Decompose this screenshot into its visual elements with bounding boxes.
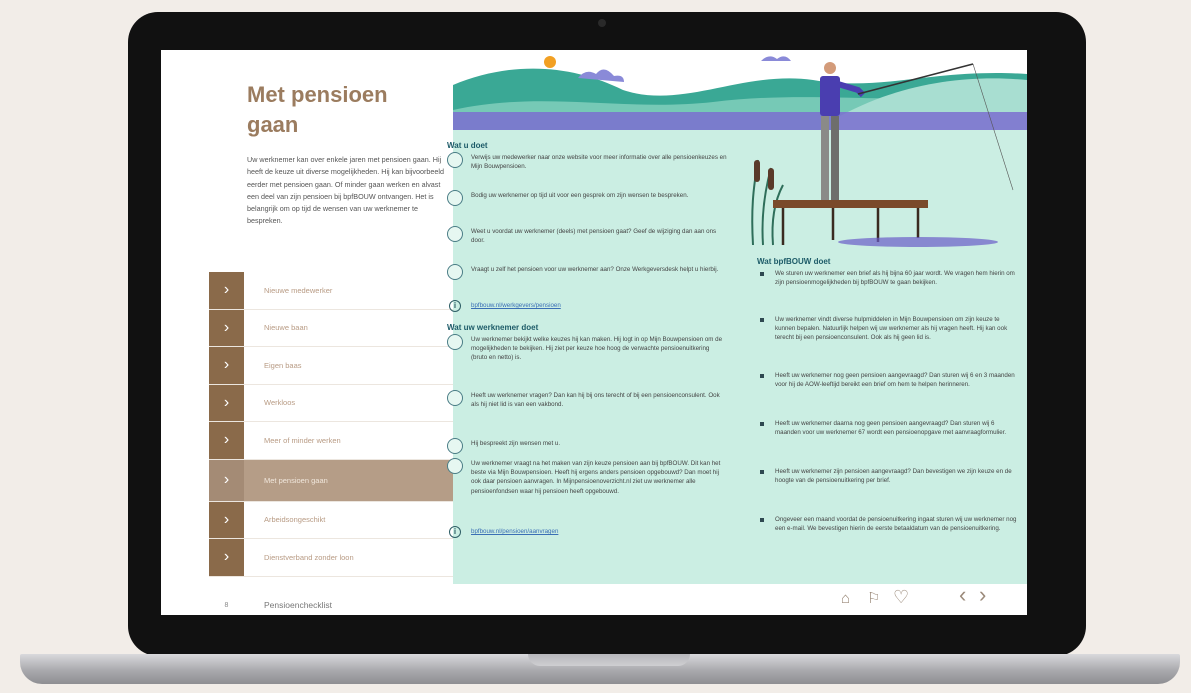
bullet-text: We sturen uw werknemer een brief als hij… — [775, 270, 1015, 287]
nav-item-label: Met pensioen gaan — [264, 475, 328, 485]
nav-item-label: Meer of minder werken — [264, 435, 341, 445]
bullet-item: We sturen uw werknemer een brief als hij… — [757, 269, 1017, 315]
content-panel: Wat u doet Verwijs uw medewerker naar on… — [447, 50, 1027, 584]
chevron-right-icon: › — [209, 272, 244, 309]
bullet-text: Heeft uw werknemer nog geen pensioen aan… — [775, 372, 1015, 389]
checkbox-circle-icon[interactable] — [447, 334, 463, 350]
checklist-item[interactable]: Heeft uw werknemer vragen? Dan kan hij b… — [447, 390, 727, 439]
checklist-item[interactable]: Uw werknemer vraagt na het maken van zij… — [447, 458, 727, 525]
nav-item-nieuwe-medewerker[interactable]: › Nieuwe medewerker — [209, 272, 453, 310]
checklist-item-text: Bodig uw werknemer op tijd uit voor een … — [471, 192, 689, 199]
cattail-shape — [754, 160, 760, 182]
page-title: Met pensioen gaan — [247, 82, 388, 137]
nav-item-meer-minder-werken[interactable]: › Meer of minder werken — [209, 422, 453, 460]
bullet-item: Heeft uw werknemer daarna nog geen pensi… — [757, 419, 1017, 467]
nav-item-eigen-baas[interactable]: › Eigen baas — [209, 347, 453, 385]
checklist-item-text: Weet u voordat uw werknemer (deels) met … — [471, 228, 717, 245]
laptop-notch — [528, 654, 690, 666]
screen: Met pensioen gaan Uw werknemer kan over … — [161, 50, 1027, 615]
checklist-item-text: Vraagt u zelf het pensioen voor uw werkn… — [471, 266, 719, 273]
info-icon: i — [449, 526, 461, 538]
chevron-right-icon: › — [209, 384, 244, 421]
chevron-right-icon: › — [209, 501, 244, 538]
bullet-text: Uw werknemer vindt diverse hulpmiddelen … — [775, 316, 1008, 342]
checklist-item-text: Uw werknemer bekijkt welke keuzes hij ka… — [471, 336, 723, 362]
nav-item-dienstverband-zonder-loon[interactable]: › Dienstverband zonder loon — [209, 539, 453, 577]
column-right: Wat bpfBOUW doet We sturen uw werknemer … — [757, 257, 1017, 555]
dock-shape — [773, 200, 928, 208]
checklist-item[interactable]: Weet u voordat uw werknemer (deels) met … — [447, 226, 727, 265]
chevron-right-icon[interactable]: › — [979, 584, 986, 606]
nav-item-number: 8 — [224, 601, 229, 609]
water-band — [453, 112, 1027, 132]
nav-item-label: Pensioenchecklist — [264, 600, 333, 610]
nav-item-pensioenchecklist[interactable]: 8 Pensioenchecklist — [209, 595, 333, 615]
section-title-wat-werknemer-doet: Wat uw werknemer doet — [447, 323, 539, 332]
info-link[interactable]: i bpfbouw.nl/pensioen/aanvragen — [447, 525, 727, 539]
nav-item-werkloos[interactable]: › Werkloos — [209, 384, 453, 422]
checklist-item[interactable]: Vraagt u zelf het pensioen voor uw werkn… — [447, 264, 727, 299]
checklist-item[interactable]: Bodig uw werknemer op tijd uit voor een … — [447, 190, 727, 227]
cattail-shape — [768, 168, 774, 190]
section-title-wat-u-doet: Wat u doet — [447, 141, 488, 150]
chevron-right-icon: › — [209, 309, 244, 346]
heart-icon[interactable]: ♡ — [893, 588, 909, 606]
left-panel: Met pensioen gaan Uw werknemer kan over … — [161, 50, 453, 615]
section-title-bpfbouw-doet: Wat bpfBOUW doet — [757, 257, 831, 266]
info-link[interactable]: i bpfbouw.nl/werkgevers/pensioen — [447, 299, 727, 313]
checkbox-circle-icon[interactable] — [447, 264, 463, 280]
chevron-left-icon[interactable]: ‹ — [959, 584, 966, 606]
checkbox-circle-icon[interactable] — [447, 438, 463, 454]
checklist-item-text: Verwijs uw medewerker naar onze website … — [471, 154, 727, 171]
chevron-right-icon: › — [209, 422, 244, 459]
bullet-item: Heeft uw werknemer nog geen pensioen aan… — [757, 371, 1017, 419]
checkbox-circle-icon[interactable] — [447, 390, 463, 406]
bullet-text: Heeft uw werknemer zijn pensioen aangevr… — [775, 468, 1012, 485]
info-icon: i — [449, 300, 461, 312]
home-icon[interactable]: ⌂ — [841, 590, 850, 608]
chevron-right-icon: › — [209, 539, 244, 576]
topic-nav: › Nieuwe medewerker › Nieuwe baan › Eige… — [209, 272, 453, 577]
bullet-item: Uw werknemer vindt diverse hulpmiddelen … — [757, 315, 1017, 371]
sun-shape — [544, 56, 556, 68]
checkbox-circle-icon[interactable] — [447, 226, 463, 242]
column-left: Wat u doet Verwijs uw medewerker naar on… — [447, 141, 727, 539]
bullet-text: Ongeveer een maand voordat de pensioenui… — [775, 516, 1017, 533]
checklist-item[interactable]: Uw werknemer bekijkt welke keuzes hij ka… — [447, 334, 727, 391]
signpost-icon[interactable]: ⚐ — [867, 590, 880, 608]
checklist-item-text: Uw werknemer vraagt na het maken van zij… — [471, 460, 721, 495]
nav-item-label: Nieuwe baan — [264, 323, 308, 333]
checkbox-circle-icon[interactable] — [447, 190, 463, 206]
chevron-right-icon: › — [209, 459, 244, 501]
nav-item-arbeidsongeschikt[interactable]: › Arbeidsongeschikt — [209, 501, 453, 539]
checklist-item-text: Hij bespreekt zijn wensen met u. — [471, 440, 561, 447]
info-link-text[interactable]: bpfbouw.nl/pensioen/aanvragen — [471, 528, 558, 535]
nav-item-label: Eigen baas — [264, 360, 302, 370]
checklist-item[interactable]: Verwijs uw medewerker naar onze website … — [447, 152, 727, 191]
nav-item-label: Werkloos — [264, 398, 296, 408]
checkbox-circle-icon[interactable] — [447, 152, 463, 168]
bottom-toolbar: ⌂ ⚐ ♡ ‹ › — [453, 584, 1027, 615]
info-link-text[interactable]: bpfbouw.nl/werkgevers/pensioen — [471, 302, 561, 309]
bullet-item: Ongeveer een maand voordat de pensioenui… — [757, 515, 1017, 555]
checkbox-circle-icon[interactable] — [447, 458, 463, 474]
bullet-text: Heeft uw werknemer daarna nog geen pensi… — [775, 420, 1007, 437]
nav-item-met-pensioen-gaan[interactable]: › Met pensioen gaan — [209, 459, 453, 502]
nav-item-label: Dienstverband zonder loon — [264, 552, 354, 562]
checklist-item-text: Heeft uw werknemer vragen? Dan kan hij b… — [471, 392, 720, 409]
nav-item-label: Nieuwe medewerker — [264, 285, 333, 295]
webcam — [598, 19, 606, 27]
intro-text: Uw werknemer kan over enkele jaren met p… — [247, 155, 444, 226]
nav-item-label: Arbeidsongeschikt — [264, 515, 326, 525]
nav-item-nieuwe-baan[interactable]: › Nieuwe baan — [209, 309, 453, 347]
bullet-item: Heeft uw werknemer zijn pensioen aangevr… — [757, 467, 1017, 515]
chevron-right-icon: › — [209, 347, 244, 384]
checklist-item[interactable]: Hij bespreekt zijn wensen met u. — [447, 438, 727, 459]
